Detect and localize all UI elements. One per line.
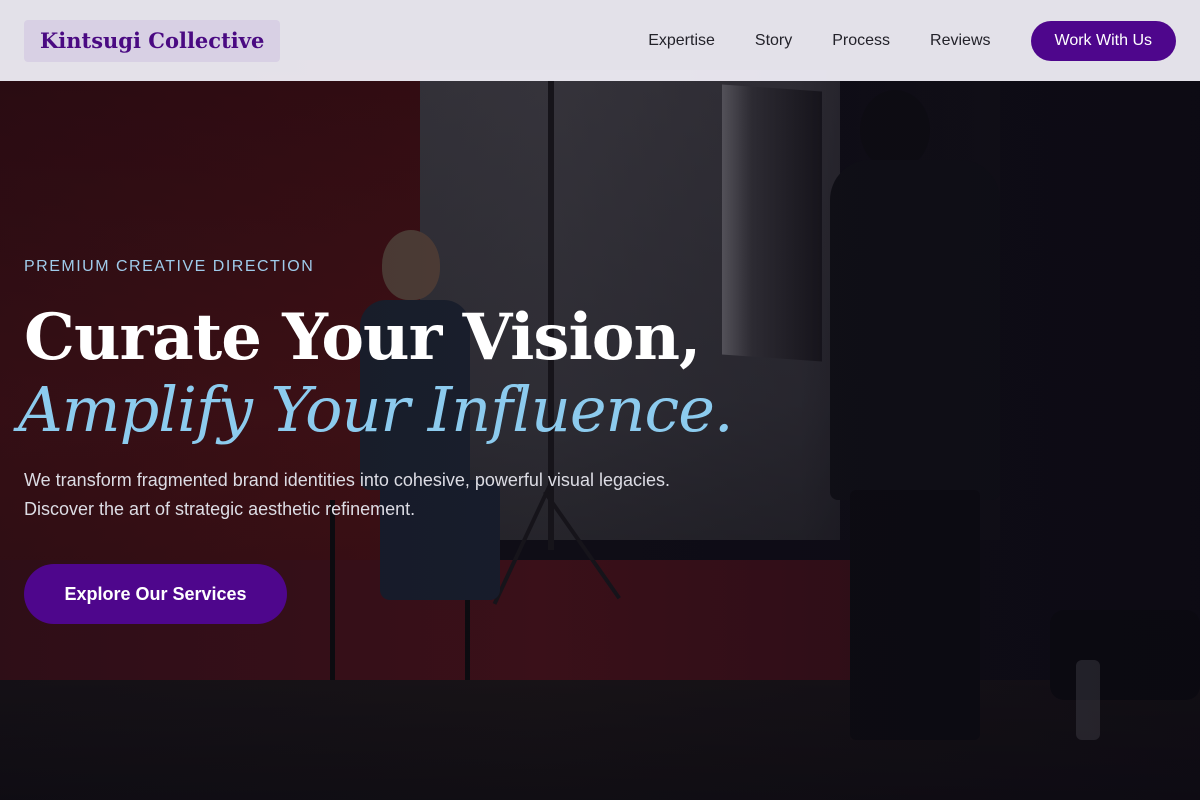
hero-subtitle: We transform fragmented brand identities…: [24, 466, 744, 524]
subtitle-line-1: We transform fragmented brand identities…: [24, 470, 670, 490]
hero-eyebrow: PREMIUM CREATIVE DIRECTION: [24, 258, 315, 275]
nav-link-story[interactable]: Story: [755, 32, 792, 50]
work-with-us-button[interactable]: Work With Us: [1030, 20, 1176, 61]
nav-link-reviews[interactable]: Reviews: [930, 32, 990, 50]
nav-link-expertise[interactable]: Expertise: [648, 32, 715, 50]
site-header: Kintsugi Collective Expertise Story Proc…: [0, 0, 1200, 81]
hero-section: PREMIUM CREATIVE DIRECTION Curate Your V…: [0, 0, 1200, 800]
subtitle-line-2: Discover the art of strategic aesthetic …: [24, 499, 416, 519]
hero-content: PREMIUM CREATIVE DIRECTION Curate Your V…: [18, 258, 824, 624]
headline-line-2: Amplify Your Influence.: [18, 373, 734, 446]
headline-line-1: Curate Your Vision,: [24, 300, 701, 375]
main-nav: Expertise Story Process Reviews Work Wit…: [648, 20, 1176, 61]
explore-services-button[interactable]: Explore Our Services: [24, 564, 287, 624]
hero-headline: Curate Your Vision, Amplify Your Influen…: [18, 300, 824, 446]
nav-link-process[interactable]: Process: [832, 32, 890, 50]
brand-logo[interactable]: Kintsugi Collective: [24, 19, 281, 62]
